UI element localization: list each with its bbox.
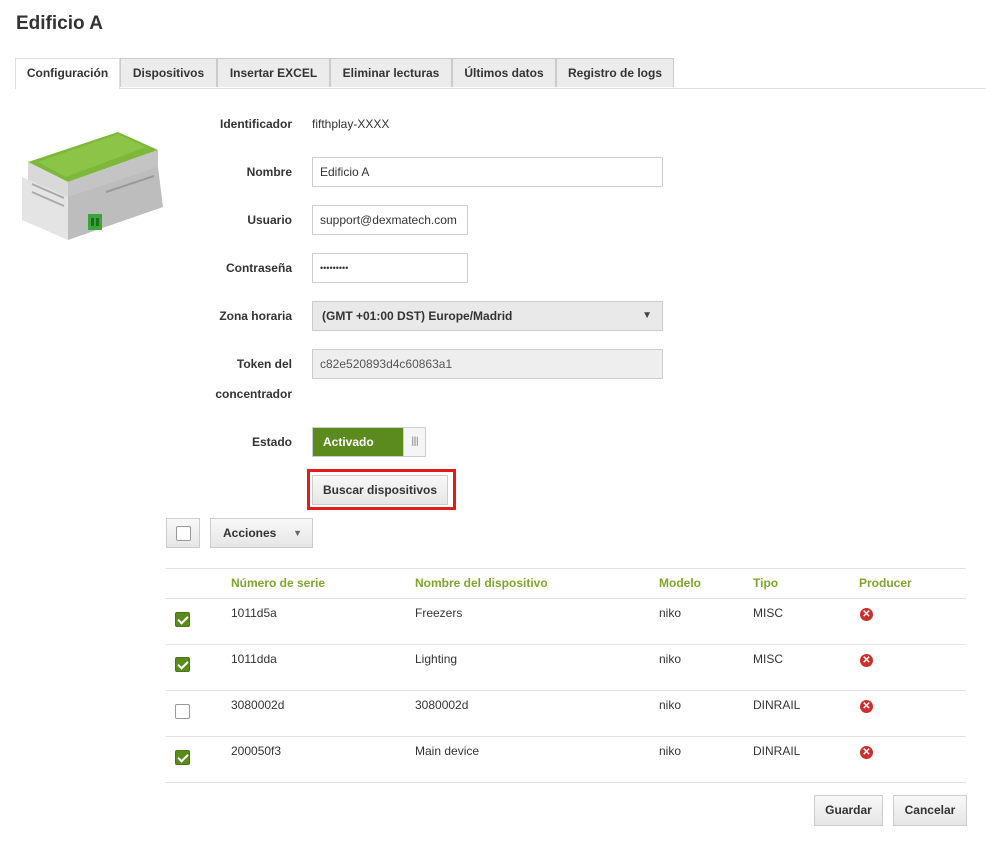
row-divider xyxy=(166,736,966,737)
identificador-value: fifthplay-XXXX xyxy=(312,117,390,131)
select-all-checkbox[interactable] xyxy=(176,526,191,541)
row-name: Main device xyxy=(415,744,480,758)
dropdown-caret-icon: ▼ xyxy=(642,310,652,321)
row-checkbox[interactable] xyxy=(175,750,190,765)
buscar-dispositivos-button[interactable]: Buscar dispositivos xyxy=(312,475,448,505)
estado-toggle-on: Activado xyxy=(313,428,403,456)
token-input: c82e520893d4c60863a1 xyxy=(312,349,663,379)
device-image xyxy=(22,132,163,240)
tab-registro-logs[interactable]: Registro de logs xyxy=(556,58,674,87)
cancel-button[interactable]: Cancelar xyxy=(893,795,967,826)
row-model: niko xyxy=(659,698,682,712)
table-header-border xyxy=(166,598,966,599)
row-type: MISC xyxy=(753,652,783,666)
column-header-nombre[interactable]: Nombre del dispositivo xyxy=(415,576,548,590)
error-icon: ✕ xyxy=(860,700,873,713)
error-icon: ✕ xyxy=(860,746,873,759)
row-model: niko xyxy=(659,652,682,666)
contrasena-label: Contraseña xyxy=(225,261,292,275)
tab-dispositivos[interactable]: Dispositivos xyxy=(120,58,217,87)
estado-label: Estado xyxy=(251,435,292,449)
chevron-down-icon: ▼ xyxy=(293,528,302,538)
row-divider xyxy=(166,644,966,645)
acciones-dropdown[interactable]: Acciones ▼ xyxy=(210,518,313,548)
contrasena-input[interactable]: ••••••••• xyxy=(312,253,468,283)
zona-horaria-select[interactable]: (GMT +01:00 DST) Europe/Madrid ▼ xyxy=(312,301,663,331)
row-serial: 200050f3 xyxy=(231,744,282,758)
row-name: Lighting xyxy=(415,652,458,666)
toggle-grip-icon: |||| xyxy=(403,428,425,456)
save-button[interactable]: Guardar xyxy=(814,795,883,826)
tab-insertar-excel[interactable]: Insertar EXCEL xyxy=(217,58,330,87)
row-type: DINRAIL xyxy=(753,744,801,758)
error-icon: ✕ xyxy=(860,654,873,667)
zona-horaria-value: (GMT +01:00 DST) Europe/Madrid xyxy=(322,309,513,323)
tab-configuracion[interactable]: Configuración xyxy=(15,58,120,89)
token-label-line2: concentrador xyxy=(215,387,292,401)
row-type: MISC xyxy=(753,606,783,620)
row-model: niko xyxy=(659,606,682,620)
page-title: Edificio A xyxy=(16,13,103,34)
tab-eliminar-lecturas[interactable]: Eliminar lecturas xyxy=(330,58,452,87)
select-all-button[interactable] xyxy=(166,518,200,548)
error-icon: ✕ xyxy=(860,608,873,621)
identificador-label: Identificador xyxy=(219,117,292,131)
row-name: Freezers xyxy=(415,606,463,620)
estado-toggle[interactable]: Activado |||| xyxy=(312,427,426,457)
column-header-producer[interactable]: Producer xyxy=(859,576,912,590)
row-checkbox[interactable] xyxy=(175,612,190,627)
table-top-border xyxy=(166,568,966,569)
row-type: DINRAIL xyxy=(753,698,801,712)
column-header-serial[interactable]: Número de serie xyxy=(231,576,325,590)
zona-horaria-label: Zona horaria xyxy=(219,309,292,323)
tab-ultimos-datos[interactable]: Últimos datos xyxy=(452,58,556,87)
acciones-label: Acciones xyxy=(223,526,277,540)
token-label-line1: Token del xyxy=(236,357,292,371)
table-bottom-border xyxy=(166,782,966,783)
nombre-label: Nombre xyxy=(246,165,292,179)
row-serial: 1011dda xyxy=(231,652,277,666)
row-serial: 1011d5a xyxy=(231,606,277,620)
row-serial: 3080002d xyxy=(231,698,285,712)
tab-bar: Configuración Dispositivos Insertar EXCE… xyxy=(15,58,986,89)
row-checkbox[interactable] xyxy=(175,657,190,672)
row-divider xyxy=(166,690,966,691)
usuario-input[interactable]: support@dexmatech.com xyxy=(312,205,468,235)
row-name: 3080002d xyxy=(415,698,469,712)
nombre-input[interactable]: Edificio A xyxy=(312,157,663,187)
column-header-tipo[interactable]: Tipo xyxy=(753,576,778,590)
row-model: niko xyxy=(659,744,682,758)
usuario-label: Usuario xyxy=(247,213,292,227)
row-checkbox[interactable] xyxy=(175,704,190,719)
column-header-modelo[interactable]: Modelo xyxy=(659,576,701,590)
